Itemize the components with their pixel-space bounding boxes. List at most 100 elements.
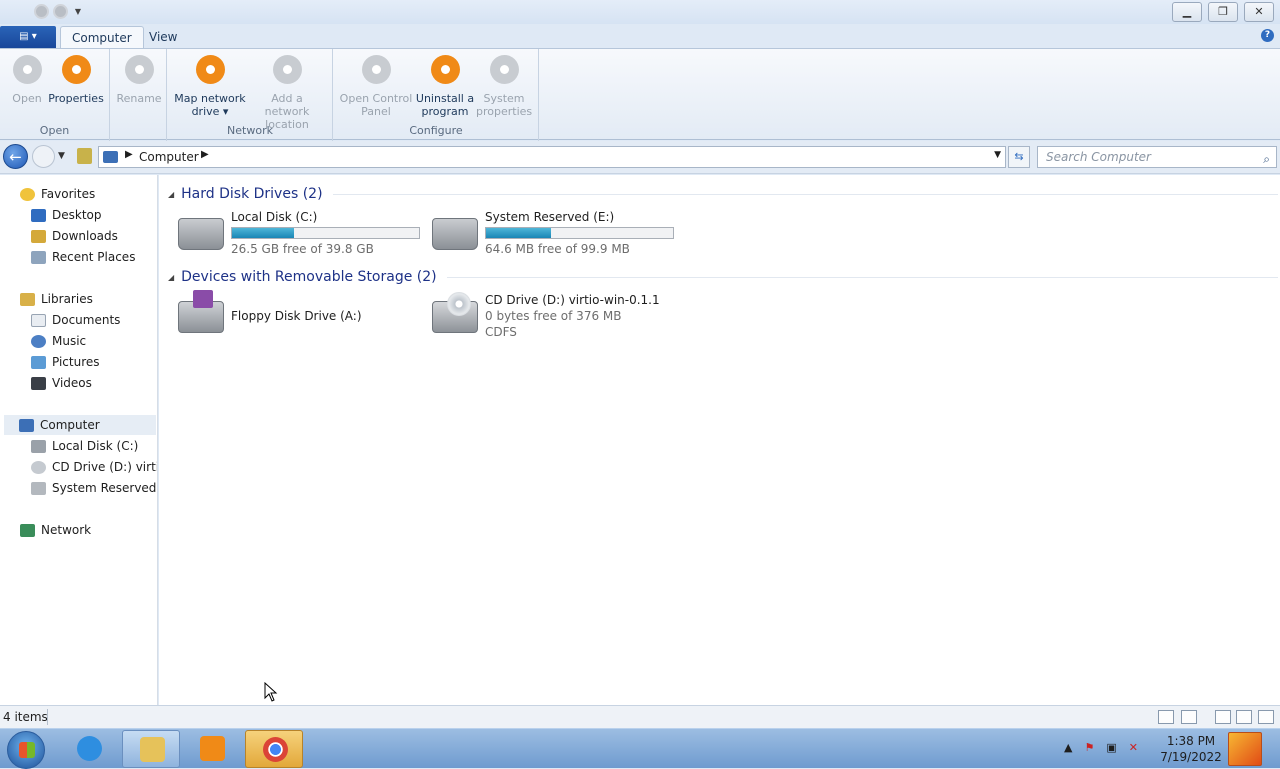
rename-button[interactable]: Rename bbox=[115, 55, 163, 105]
collapse-triangle-icon[interactable]: ◢ bbox=[168, 190, 174, 199]
nav-downloads-label: Downloads bbox=[52, 229, 118, 243]
internet-explorer-icon bbox=[77, 736, 102, 761]
desktop-icon bbox=[31, 208, 46, 222]
nav-sys-e-label: System Reserved (E:) bbox=[52, 481, 157, 495]
network-tray-icon[interactable]: ▣ bbox=[1106, 741, 1116, 754]
properties-label: Properties bbox=[48, 92, 104, 105]
show-hidden-icons-icon[interactable]: ▲ bbox=[1064, 741, 1072, 754]
navigation-pane-toggle-icon[interactable] bbox=[1258, 710, 1274, 724]
nav-documents[interactable]: Documents bbox=[31, 310, 120, 330]
nav-pictures[interactable]: Pictures bbox=[31, 352, 100, 372]
drive-system-reserved-e[interactable]: System Reserved (E:) 64.6 MB free of 99.… bbox=[432, 210, 682, 262]
recent-locations-dropdown-icon[interactable]: ▼ bbox=[58, 151, 65, 161]
system-properties-icon bbox=[489, 55, 519, 84]
nav-network[interactable]: Network bbox=[20, 520, 91, 540]
group-title-network: Network bbox=[227, 124, 273, 137]
add-network-location-button[interactable]: Add a network location bbox=[248, 55, 326, 131]
system-properties-button[interactable]: System properties bbox=[476, 55, 532, 118]
nav-computer-label: Computer bbox=[40, 418, 100, 432]
refresh-button[interactable]: ⇆ bbox=[1008, 146, 1030, 168]
chrome-icon bbox=[263, 737, 288, 762]
nav-cd-drive-d[interactable]: CD Drive (D:) virtio-win-0.1.1 bbox=[31, 457, 157, 477]
drive-c-name: Local Disk (C:) bbox=[231, 210, 318, 224]
pictures-icon bbox=[31, 355, 46, 369]
nav-videos[interactable]: Videos bbox=[31, 373, 92, 393]
drive-c-usage-bar bbox=[231, 227, 420, 239]
start-button[interactable] bbox=[7, 731, 45, 769]
quick-access-properties-icon[interactable] bbox=[34, 4, 49, 19]
nav-downloads[interactable]: Downloads bbox=[31, 226, 118, 246]
properties-button[interactable]: Properties bbox=[46, 55, 106, 105]
close-button[interactable]: ✕ bbox=[1244, 2, 1274, 22]
map-network-drive-button[interactable]: Map network drive ▾ bbox=[172, 55, 248, 118]
nav-system-reserved-e[interactable]: System Reserved (E:) bbox=[31, 478, 157, 498]
collapse-triangle-icon[interactable]: ◢ bbox=[168, 273, 174, 282]
help-icon[interactable]: ? bbox=[1261, 29, 1274, 42]
open-control-panel-button[interactable]: Open Control Panel bbox=[338, 55, 414, 118]
action-center-flag-icon[interactable]: ⚑ bbox=[1084, 741, 1094, 754]
nav-computer[interactable]: Computer bbox=[4, 415, 156, 435]
address-bar[interactable]: ▶ Computer ▶ ▼ bbox=[98, 146, 1006, 168]
ribbon-group-configure: Open Control Panel Uninstall a program S… bbox=[334, 49, 539, 141]
windows-hard-drive-icon bbox=[178, 218, 224, 250]
nav-favorites[interactable]: Favorites bbox=[20, 184, 95, 204]
taskbar-windows-explorer[interactable] bbox=[122, 730, 180, 768]
taskbar-media-player[interactable] bbox=[183, 730, 241, 768]
quick-access-dropdown-icon[interactable]: ▼ bbox=[72, 4, 84, 19]
minimize-button[interactable]: ▁ bbox=[1172, 2, 1202, 22]
ribbon: Open Properties Open Rename Map network … bbox=[0, 48, 1280, 141]
taskbar-internet-explorer[interactable] bbox=[60, 730, 118, 768]
large-icons-view-icon[interactable] bbox=[1181, 710, 1197, 724]
status-bar: 4 items bbox=[0, 705, 1280, 728]
details-pane-icon[interactable] bbox=[1236, 710, 1252, 724]
restore-button[interactable]: ❐ bbox=[1208, 2, 1238, 22]
open-icon bbox=[12, 55, 42, 84]
folder-icon bbox=[140, 737, 165, 762]
properties-icon bbox=[61, 55, 91, 84]
open-button[interactable]: Open bbox=[8, 55, 46, 105]
ribbon-group-rename: Rename bbox=[111, 49, 167, 141]
nav-cd-d-label: CD Drive (D:) virtio-win-0.1.1 bbox=[52, 460, 157, 474]
breadcrumb-chevron-icon[interactable]: ▶ bbox=[201, 149, 209, 160]
nav-videos-label: Videos bbox=[52, 376, 92, 390]
breadcrumb-separator-icon[interactable]: ▶ bbox=[125, 149, 133, 160]
nav-local-disk-c[interactable]: Local Disk (C:) bbox=[31, 436, 138, 456]
nav-desktop[interactable]: Desktop bbox=[31, 205, 102, 225]
taskbar-chrome[interactable] bbox=[245, 730, 303, 768]
details-view-icon[interactable] bbox=[1158, 710, 1174, 724]
tab-view[interactable]: View bbox=[138, 26, 188, 48]
up-folder-icon[interactable] bbox=[77, 148, 92, 164]
address-dropdown-icon[interactable]: ▼ bbox=[994, 150, 1001, 160]
cd-drive-icon bbox=[31, 460, 46, 474]
nav-libraries[interactable]: Libraries bbox=[20, 289, 93, 309]
back-button[interactable]: ← bbox=[3, 144, 28, 169]
drive-d-filesystem: CDFS bbox=[485, 325, 517, 339]
preview-pane-icon[interactable] bbox=[1215, 710, 1231, 724]
drive-cd-d[interactable]: CD Drive (D:) virtio-win-0.1.1 0 bytes f… bbox=[432, 292, 682, 345]
volume-muted-icon[interactable]: ✕ bbox=[1129, 741, 1138, 754]
group-divider bbox=[446, 276, 1278, 278]
star-icon bbox=[20, 187, 35, 201]
forward-button[interactable] bbox=[32, 145, 55, 168]
breadcrumb-computer[interactable]: Computer bbox=[139, 150, 199, 164]
nav-music[interactable]: Music bbox=[31, 331, 86, 351]
libraries-icon bbox=[20, 292, 35, 306]
open-label: Open bbox=[12, 92, 42, 105]
media-player-icon bbox=[200, 736, 225, 761]
drive-local-disk-c[interactable]: Local Disk (C:) 26.5 GB free of 39.8 GB bbox=[178, 210, 428, 262]
search-icon[interactable]: ⌕ bbox=[1263, 149, 1270, 169]
group-header-removable-storage[interactable]: ◢ Devices with Removable Storage (2) bbox=[168, 267, 1278, 287]
drive-floppy-a[interactable]: Floppy Disk Drive (A:) bbox=[178, 290, 428, 345]
group-header-hard-disk-drives[interactable]: ◢ Hard Disk Drives (2) bbox=[168, 184, 1278, 204]
quick-access-new-folder-icon[interactable] bbox=[53, 4, 68, 19]
nav-recent-places[interactable]: Recent Places bbox=[31, 247, 135, 267]
clock[interactable]: 1:38 PM 7/19/2022 bbox=[1160, 733, 1222, 765]
uninstall-program-button[interactable]: Uninstall a program bbox=[414, 55, 476, 118]
file-menu-button[interactable]: ▤ ▾ bbox=[0, 26, 56, 48]
show-desktop-button[interactable] bbox=[1228, 732, 1262, 766]
map-network-drive-label: Map network drive ▾ bbox=[174, 92, 246, 118]
tab-computer[interactable]: Computer bbox=[60, 26, 144, 48]
drive-e-free: 64.6 MB free of 99.9 MB bbox=[485, 242, 630, 256]
search-input[interactable]: Search Computer ⌕ bbox=[1037, 146, 1277, 168]
map-network-drive-icon bbox=[195, 55, 225, 84]
